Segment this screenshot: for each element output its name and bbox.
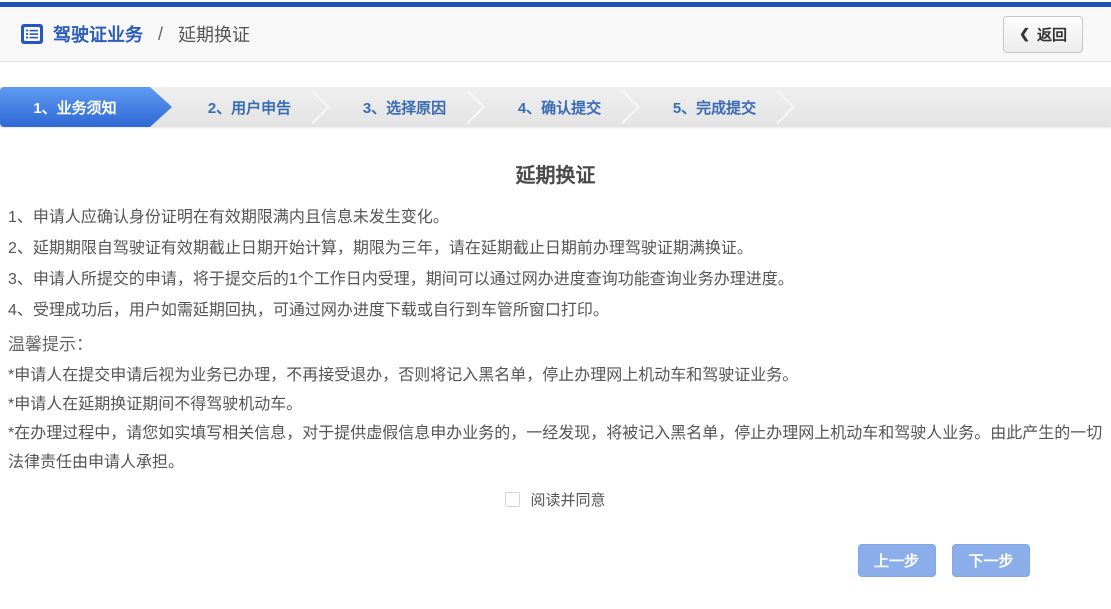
step-progress-bar: 1、业务须知 2、用户申告 3、选择原因 4、确认提交 5、完成提交: [0, 87, 1111, 127]
breadcrumb-current: 延期换证: [178, 21, 250, 47]
step-separator-chevron: [296, 90, 330, 124]
step-5-complete-submit[interactable]: 5、完成提交: [637, 87, 792, 127]
step-label: 4、确认提交: [518, 97, 601, 118]
notice-item-3: 3、申请人所提交的申请，将于提交后的1个工作日内受理，期间可以通过网办进度查询功…: [8, 264, 1103, 295]
notice-item-4: 4、受理成功后，用户如需延期回执，可通过网办进度下载或自行到车管所窗口打印。: [8, 295, 1103, 326]
step-label: 5、完成提交: [673, 97, 756, 118]
tips-title: 温馨提示：: [8, 328, 1103, 361]
breadcrumb-separator: /: [158, 24, 163, 45]
tip-item-1: *申请人在提交申请后视为业务已办理，不再接受退办，否则将记入黑名单，停止办理网上…: [8, 361, 1103, 390]
notice-item-1: 1、申请人应确认身份证明在有效期限满内且信息未发生变化。: [8, 202, 1103, 233]
step-separator-chevron: [761, 90, 795, 124]
notice-item-2: 2、延期期限自驾驶证有效期截止日期开始计算，期限为三年，请在延期截止日期前办理驾…: [8, 233, 1103, 264]
step-2-user-declaration[interactable]: 2、用户申告: [172, 87, 327, 127]
tip-item-2: *申请人在延期换证期间不得驾驶机动车。: [8, 390, 1103, 419]
list-icon: [20, 23, 44, 45]
notice-content: 1、申请人应确认身份证明在有效期限满内且信息未发生变化。 2、延期期限自驾驶证有…: [0, 188, 1111, 477]
step-1-business-notice[interactable]: 1、业务须知: [0, 87, 172, 127]
step-bar-filler: [792, 87, 1111, 127]
step-3-select-reason[interactable]: 3、选择原因: [327, 87, 482, 127]
step-label: 3、选择原因: [363, 97, 446, 118]
header: 驾驶证业务 / 延期换证 ❮ 返回: [0, 7, 1111, 62]
prev-step-button[interactable]: 上一步: [858, 544, 936, 577]
page-title: 延期换证: [0, 159, 1111, 188]
breadcrumb-section[interactable]: 驾驶证业务: [53, 21, 143, 47]
agree-checkbox[interactable]: [505, 492, 520, 507]
back-button[interactable]: ❮ 返回: [1003, 16, 1083, 53]
back-button-label: 返回: [1037, 24, 1067, 45]
agree-row: 阅读并同意: [0, 489, 1111, 510]
step-4-confirm-submit[interactable]: 4、确认提交: [482, 87, 637, 127]
chevron-left-icon: ❮: [1019, 26, 1030, 42]
step-label: 2、用户申告: [208, 97, 291, 118]
next-step-button[interactable]: 下一步: [952, 544, 1030, 577]
tip-item-3: *在办理过程中，请您如实填写相关信息，对于提供虚假信息申办业务的，一经发现，将被…: [8, 419, 1103, 477]
agree-label[interactable]: 阅读并同意: [530, 489, 605, 510]
footer-buttons: 上一步 下一步: [0, 544, 1111, 577]
step-separator-chevron: [606, 90, 640, 124]
step-separator-chevron: [451, 90, 485, 124]
breadcrumb: 驾驶证业务 / 延期换证: [20, 21, 250, 47]
step-label: 1、业务须知: [33, 97, 116, 118]
